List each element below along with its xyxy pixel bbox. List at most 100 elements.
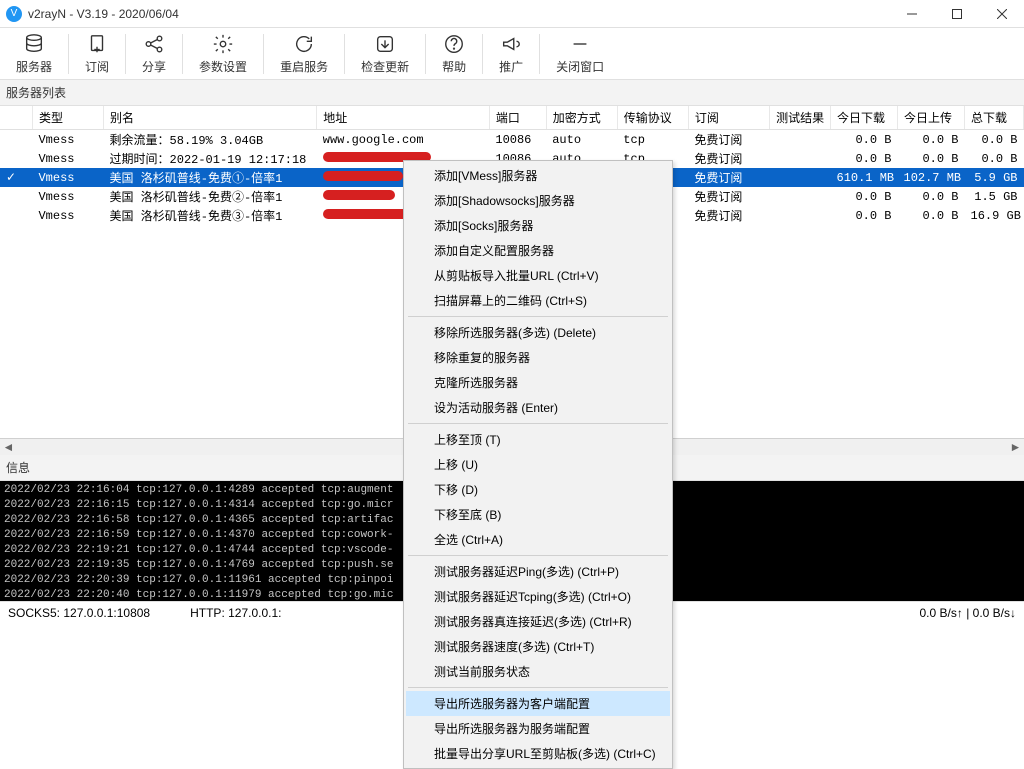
server-button[interactable]: 服务器 [8,30,60,77]
close-button[interactable] [979,0,1024,27]
minimize-button[interactable] [889,0,934,27]
cell-ul: 102.7 MB [898,168,965,187]
window-title: v2rayN - V3.19 - 2020/06/04 [28,7,889,21]
server-label: 服务器 [16,58,52,75]
cell-total: 0.0 B [965,130,1024,150]
col-test-header[interactable]: 测试结果 [770,106,831,130]
close-window-label: 关闭窗口 [556,58,604,75]
col-total-dl-header[interactable]: 总下载 [965,106,1024,130]
table-row[interactable]: Vmess剩余流量：58.19% 3.04GBwww.google.com100… [0,130,1024,150]
table-header-row: 类型 别名 地址 端口 加密方式 传输协议 订阅 测试结果 今日下载 今日上传 … [0,106,1024,130]
cell-trans: tcp [617,130,688,150]
context-menu-item[interactable]: 测试当前服务状态 [406,659,670,684]
context-menu-item[interactable]: 移除所选服务器(多选) (Delete) [406,320,670,345]
cell-test [770,130,831,150]
context-menu-item[interactable]: 下移 (D) [406,477,670,502]
context-menu-item[interactable]: 下移至底 (B) [406,502,670,527]
context-menu-item[interactable]: 添加[Shadowsocks]服务器 [406,188,670,213]
toolbar-separator [539,34,540,74]
toolbar-separator [263,34,264,74]
cell-type: Vmess [32,206,103,225]
toolbar-separator [482,34,483,74]
cell-port: 10086 [489,130,546,150]
cell-alias: 美国 洛杉矶普线-免费②-倍率1 [104,187,317,206]
context-menu[interactable]: 添加[VMess]服务器添加[Shadowsocks]服务器添加[Socks]服… [403,160,673,769]
close-window-button[interactable]: 关闭窗口 [548,30,612,77]
cell-alias: 美国 洛杉矶普线-免费③-倍率1 [104,206,317,225]
window-controls [889,0,1024,27]
restart-button[interactable]: 重启服务 [272,30,336,77]
cell-test [770,187,831,206]
col-port-header[interactable]: 端口 [489,106,546,130]
settings-button[interactable]: 参数设置 [191,30,255,77]
context-menu-item[interactable]: 添加[Socks]服务器 [406,213,670,238]
col-check-header[interactable] [0,106,32,130]
context-menu-item[interactable]: 批量导出分享URL至剪贴板(多选) (Ctrl+C) [406,741,670,766]
megaphone-icon [500,32,522,56]
restart-label: 重启服务 [280,58,328,75]
cell-enc: auto [546,130,617,150]
col-type-header[interactable]: 类型 [32,106,103,130]
cell-type: Vmess [32,187,103,206]
cell-check [0,130,32,150]
col-addr-header[interactable]: 地址 [317,106,490,130]
help-label: 帮助 [442,58,466,75]
context-menu-item[interactable]: 上移至顶 (T) [406,427,670,452]
subscribe-button[interactable]: 订阅 [77,30,117,77]
maximize-button[interactable] [934,0,979,27]
gear-icon [212,32,234,56]
col-today-ul-header[interactable]: 今日上传 [898,106,965,130]
context-menu-item[interactable]: 添加自定义配置服务器 [406,238,670,263]
cell-test [770,149,831,168]
share-icon [143,32,165,56]
col-today-dl-header[interactable]: 今日下载 [831,106,898,130]
col-sub-header[interactable]: 订阅 [688,106,769,130]
cell-dl: 0.0 B [831,149,898,168]
toolbar-separator [425,34,426,74]
refresh-icon [293,32,315,56]
context-menu-item[interactable]: 设为活动服务器 (Enter) [406,395,670,420]
cell-alias: 剩余流量：58.19% 3.04GB [104,130,317,150]
titlebar: V v2rayN - V3.19 - 2020/06/04 [0,0,1024,28]
share-button[interactable]: 分享 [134,30,174,77]
cell-sub: 免费订阅 [688,168,769,187]
context-menu-item[interactable]: 导出所选服务器为服务端配置 [406,716,670,741]
cell-sub: 免费订阅 [688,130,769,150]
promote-button[interactable]: 推广 [491,30,531,77]
context-menu-item[interactable]: 从剪贴板导入批量URL (Ctrl+V) [406,263,670,288]
help-button[interactable]: 帮助 [434,30,474,77]
context-menu-item[interactable]: 导出所选服务器为客户端配置 [406,691,670,716]
context-menu-item[interactable]: 测试服务器延迟Ping(多选) (Ctrl+P) [406,559,670,584]
context-menu-item[interactable]: 扫描屏幕上的二维码 (Ctrl+S) [406,288,670,313]
cell-alias: 过期时间：2022-01-19 12:17:18 [104,149,317,168]
context-menu-item[interactable]: 克隆所选服务器 [406,370,670,395]
scroll-right-arrow[interactable]: ► [1007,439,1024,456]
update-label: 检查更新 [361,58,409,75]
context-menu-item[interactable]: 上移 (U) [406,452,670,477]
col-alias-header[interactable]: 别名 [104,106,317,130]
context-menu-item[interactable]: 添加[VMess]服务器 [406,163,670,188]
cell-check: ✓ [0,168,32,187]
cell-type: Vmess [32,168,103,187]
context-menu-item[interactable]: 测试服务器速度(多选) (Ctrl+T) [406,634,670,659]
update-button[interactable]: 检查更新 [353,30,417,77]
cell-dl: 0.0 B [831,130,898,150]
cell-ul: 0.0 B [898,130,965,150]
col-trans-header[interactable]: 传输协议 [617,106,688,130]
col-enc-header[interactable]: 加密方式 [546,106,617,130]
toolbar-separator [182,34,183,74]
cell-type: Vmess [32,149,103,168]
context-menu-separator [408,687,668,688]
server-list-label: 服务器列表 [0,80,1024,106]
share-label: 分享 [142,58,166,75]
cell-ul: 0.0 B [898,206,965,225]
context-menu-item[interactable]: 测试服务器真连接延迟(多选) (Ctrl+R) [406,609,670,634]
context-menu-item[interactable]: 移除重复的服务器 [406,345,670,370]
toolbar-separator [125,34,126,74]
context-menu-item[interactable]: 测试服务器延迟Tcping(多选) (Ctrl+O) [406,584,670,609]
question-icon [443,32,465,56]
cell-alias: 美国 洛杉矶普线-免费①-倍率1 [104,168,317,187]
context-menu-item[interactable]: 全选 (Ctrl+A) [406,527,670,552]
scroll-left-arrow[interactable]: ◄ [0,439,17,456]
cell-addr: www.google.com [317,130,490,150]
